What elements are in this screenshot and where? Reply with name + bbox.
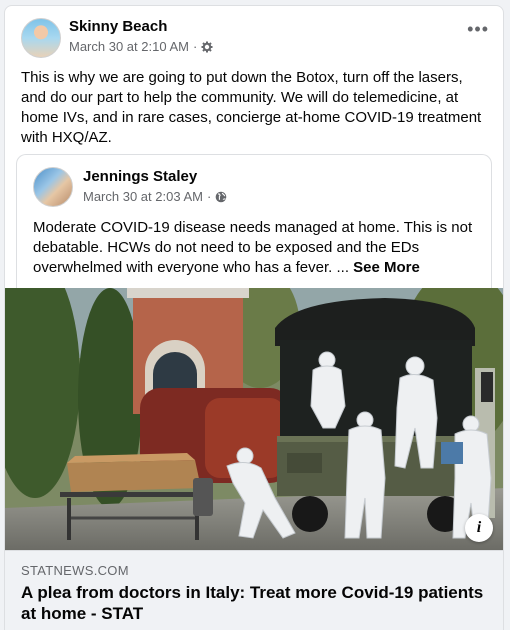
shared-author-name[interactable]: Jennings Staley	[83, 168, 197, 185]
shared-post-timestamp[interactable]: March 30 at 2:03 AM	[83, 189, 203, 204]
shared-post-text: Moderate COVID-19 disease needs managed …	[33, 218, 481, 278]
more-options-button[interactable]: •••	[467, 20, 489, 38]
globe-icon	[215, 191, 227, 203]
post-timestamp[interactable]: March 30 at 2:10 AM	[69, 39, 189, 54]
see-more-link[interactable]: See More	[353, 259, 420, 276]
info-icon[interactable]: i	[465, 514, 493, 542]
news-photo	[5, 288, 503, 550]
meta-separator: ·	[192, 39, 198, 54]
gear-icon[interactable]	[201, 41, 213, 53]
shared-author-avatar[interactable]	[33, 167, 73, 207]
meta-separator: ·	[206, 189, 212, 204]
author-name[interactable]: Skinny Beach	[69, 18, 167, 35]
shared-post[interactable]: Jennings Staley March 30 at 2:03 AM · Mo…	[16, 154, 492, 294]
author-avatar[interactable]	[21, 18, 61, 58]
link-preview[interactable]: STATNEWS.COM A plea from doctors in Ital…	[5, 550, 503, 630]
link-title[interactable]: A plea from doctors in Italy: Treat more…	[21, 582, 491, 624]
shared-post-meta: March 30 at 2:03 AM ·	[83, 189, 227, 204]
post-text: This is why we are going to put down the…	[21, 69, 482, 146]
post-card: Skinny Beach March 30 at 2:10 AM · ••• T…	[4, 5, 504, 630]
link-preview-image[interactable]: i	[5, 288, 503, 550]
link-domain: STATNEWS.COM	[21, 563, 129, 578]
post-meta: March 30 at 2:10 AM ·	[69, 39, 213, 54]
